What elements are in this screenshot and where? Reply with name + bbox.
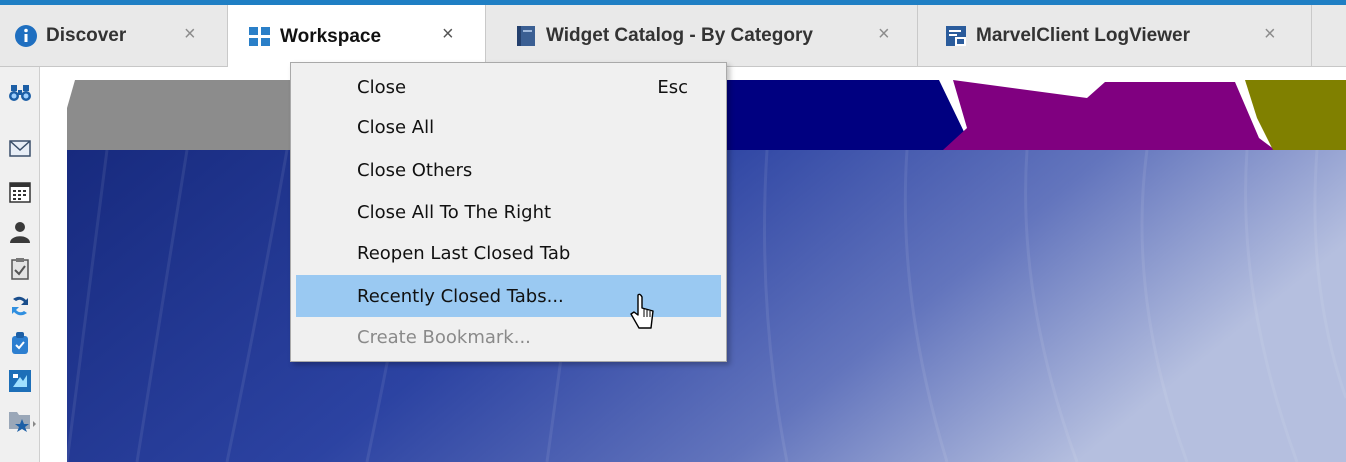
close-icon[interactable]: ×	[184, 23, 196, 46]
catalog-icon	[514, 24, 538, 48]
contacts-icon[interactable]	[8, 220, 32, 244]
mail-icon[interactable]	[8, 136, 32, 160]
binoculars-icon[interactable]	[8, 81, 32, 105]
tab-discover[interactable]: Discover ×	[0, 5, 228, 67]
close-icon[interactable]: ×	[442, 23, 454, 46]
workspace-icon[interactable]	[8, 369, 32, 393]
info-icon	[14, 24, 38, 48]
tab-label: MarvelClient LogViewer	[976, 25, 1190, 46]
menu-item-shortcut: Esc	[657, 77, 688, 98]
menu-item-close-all[interactable]: Close All	[296, 108, 721, 146]
tab-context-menu: Close Esc Close All Close Others Close A…	[290, 62, 727, 362]
tab-label: Workspace	[280, 25, 382, 47]
calendar-icon[interactable]	[8, 180, 32, 204]
tab-bar: Discover × Workspace × Widget Catalog - …	[0, 5, 1346, 68]
menu-item-label: Close Others	[357, 160, 473, 181]
tab-label: Discover	[46, 25, 127, 46]
menu-item-recently-closed-tabs[interactable]: Recently Closed Tabs...	[296, 275, 721, 317]
menu-item-reopen-last-closed-tab[interactable]: Reopen Last Closed Tab	[296, 234, 721, 272]
page-tab-gray[interactable]	[67, 80, 307, 150]
menu-item-create-bookmark: Create Bookmark...	[296, 318, 721, 356]
menu-item-label: Recently Closed Tabs...	[357, 286, 564, 307]
menu-item-label: Close	[357, 77, 407, 98]
mouse-pointer-icon	[630, 293, 654, 329]
tab-label: Widget Catalog - By Category	[546, 25, 813, 46]
menu-item-label: Create Bookmark...	[357, 327, 531, 348]
menu-item-label: Close All	[357, 117, 435, 138]
menu-item-label: Reopen Last Closed Tab	[357, 243, 571, 264]
todo-icon[interactable]	[8, 257, 32, 281]
workspace-grid-icon	[248, 25, 272, 49]
tab-workspace[interactable]: Workspace ×	[228, 5, 486, 68]
menu-item-close[interactable]: Close Esc	[296, 68, 721, 106]
favorites-folder-icon[interactable]	[8, 407, 38, 432]
menu-item-close-others[interactable]: Close Others	[296, 151, 721, 189]
logviewer-icon	[944, 24, 968, 48]
tab-marvelclient-logviewer[interactable]: MarvelClient LogViewer ×	[918, 5, 1312, 67]
sidebar	[0, 67, 40, 462]
menu-item-close-all-to-the-right[interactable]: Close All To The Right	[296, 193, 721, 231]
security-icon[interactable]	[8, 331, 32, 355]
menu-item-label: Close All To The Right	[357, 202, 552, 223]
replication-icon[interactable]	[8, 294, 32, 318]
close-icon[interactable]: ×	[1264, 23, 1276, 46]
page-tab-purple[interactable]	[943, 80, 1275, 150]
close-icon[interactable]: ×	[878, 23, 890, 46]
page-tab-navy[interactable]	[707, 80, 967, 150]
tab-widget-catalog[interactable]: Widget Catalog - By Category ×	[486, 5, 918, 67]
